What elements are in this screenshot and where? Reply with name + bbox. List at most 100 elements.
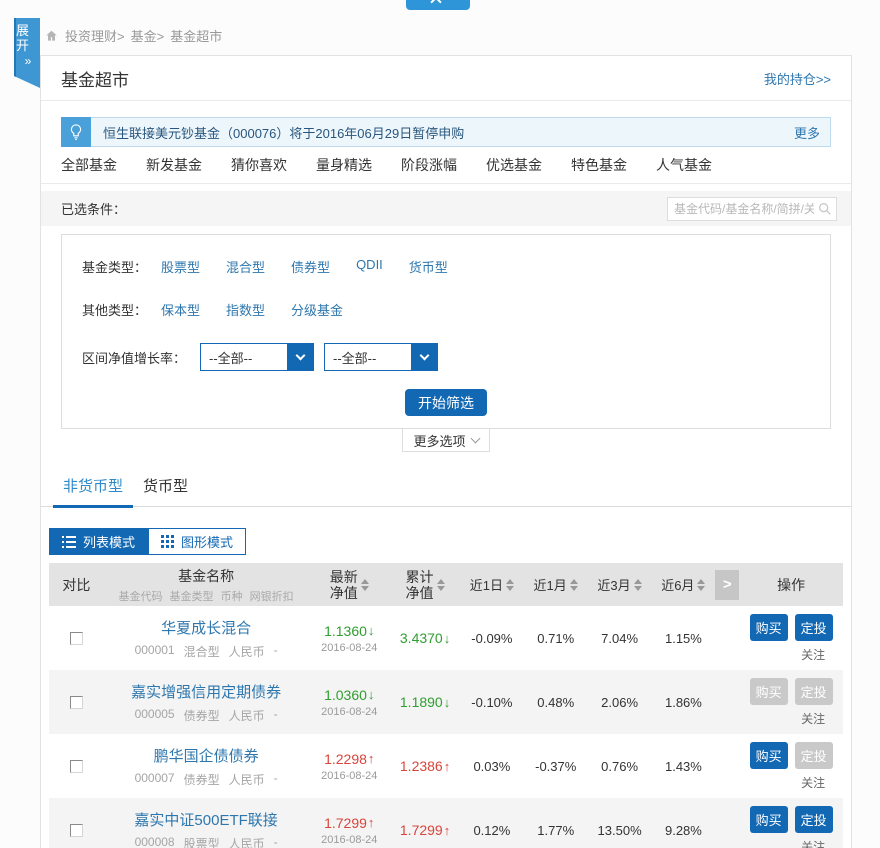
filter-structured-type[interactable]: 分级基金 [291, 300, 343, 319]
latest-nav-value: 1.1360↓ [324, 623, 374, 639]
nav-date: 2016-08-24 [321, 770, 377, 782]
sort-arrows-icon [506, 579, 514, 591]
cumulative-nav-value: 1.7299↑ [400, 822, 450, 838]
return-1day: -0.10% [460, 695, 524, 710]
fund-meta: 000001混合型人民币- [135, 643, 278, 660]
latest-nav-value: 1.0360↓ [324, 687, 374, 703]
compare-checkbox[interactable] [70, 696, 83, 709]
growth-rate-label: 区间净值增长率： [82, 348, 186, 367]
fund-name-link[interactable]: 鹏华国企债债券 [154, 745, 259, 766]
filter-stock-type[interactable]: 股票型 [161, 257, 200, 276]
growth-rate-row: 区间净值增长率： --全部-- --全部-- [82, 343, 830, 371]
compare-checkbox[interactable] [70, 824, 83, 837]
header-1day-sort[interactable]: 近1日 [460, 575, 524, 594]
chevron-down-icon [470, 433, 480, 443]
header-fund-name: 基金名称 基金代码 基金类型 币种 网银折扣 [104, 566, 308, 604]
fund-meta: 000008股票型人民币- [135, 835, 278, 848]
fund-name-link[interactable]: 嘉实增强信用定期债券 [131, 681, 281, 702]
down-arrow-icon: ↓ [368, 623, 375, 638]
buy-button[interactable]: 购买 [750, 614, 788, 641]
tab-new-funds[interactable]: 新发基金 [146, 155, 202, 175]
list-mode-button[interactable]: 列表模式 [49, 528, 148, 555]
sip-button[interactable]: 定投 [795, 806, 833, 833]
return-1month: -0.37% [524, 759, 588, 774]
follow-link[interactable]: 关注 [801, 774, 825, 791]
more-options-toggle[interactable]: 更多选项 [402, 429, 490, 452]
up-arrow-icon: ↑ [368, 815, 375, 830]
breadcrumb-item-fund-supermarket: 基金超市 [170, 26, 222, 45]
header-6month-sort[interactable]: 近6月 [651, 575, 715, 594]
search-icon[interactable] [817, 201, 833, 217]
tab-featured-funds[interactable]: 特色基金 [571, 155, 627, 175]
other-type-label: 其他类型： [82, 300, 147, 319]
compare-checkbox[interactable] [70, 632, 83, 645]
filter-qdii-type[interactable]: QDII [356, 257, 383, 276]
tab-monetary[interactable]: 货币型 [133, 469, 198, 506]
cumulative-nav-value: 1.2386↑ [400, 758, 450, 774]
table-header-row: 对比 基金名称 基金代码 基金类型 币种 网银折扣 最新净值 累计净值 近1日 … [49, 563, 843, 606]
return-3month: 7.04% [588, 631, 652, 646]
filter-index-type[interactable]: 指数型 [226, 300, 265, 319]
return-1day: 0.12% [460, 823, 524, 838]
notice-more-link[interactable]: 更多 [794, 123, 820, 142]
my-holdings-link[interactable]: 我的持仓>> [764, 69, 831, 88]
next-columns-button[interactable]: > [715, 570, 739, 600]
sort-arrows-icon [361, 579, 369, 591]
sort-arrows-icon [437, 579, 445, 591]
tab-preferred-funds[interactable]: 优选基金 [486, 155, 542, 175]
cumulative-nav-value: 3.4370↓ [400, 630, 450, 646]
follow-link[interactable]: 关注 [801, 838, 825, 848]
start-filter-button[interactable]: 开始筛选 [405, 389, 487, 416]
header-cumulative-nav-sort[interactable]: 累计净值 [390, 569, 460, 601]
home-icon[interactable] [44, 29, 59, 43]
expand-sidebar-ribbon[interactable]: 展开 » [14, 18, 40, 88]
buy-button[interactable]: 购买 [750, 806, 788, 833]
tab-all-funds[interactable]: 全部基金 [61, 155, 117, 175]
growth-rate-min-select[interactable]: --全部-- [200, 343, 314, 371]
return-6month: 1.43% [652, 759, 716, 774]
header-latest-nav-sort[interactable]: 最新净值 [308, 569, 390, 601]
double-chevron-right-icon: » [25, 54, 32, 69]
filter-mixed-type[interactable]: 混合型 [226, 257, 265, 276]
sip-button[interactable]: 定投 [795, 678, 833, 705]
fund-type-row: 基金类型： 股票型 混合型 债券型 QDII 货币型 [82, 257, 830, 276]
return-6month: 1.15% [652, 631, 716, 646]
filter-capital-protected-type[interactable]: 保本型 [161, 300, 200, 319]
sip-button[interactable]: 定投 [795, 742, 833, 769]
compare-checkbox[interactable] [70, 760, 83, 773]
follow-link[interactable]: 关注 [801, 646, 825, 663]
notice-text: 恒生联接美元钞基金（000076）将于2016年06月29日暂停申购 [91, 123, 794, 142]
fund-table: 对比 基金名称 基金代码 基金类型 币种 网银折扣 最新净值 累计净值 近1日 … [49, 563, 843, 848]
card-header: 基金超市 我的持仓>> [41, 56, 851, 101]
latest-nav-value: 1.2298↑ [324, 751, 374, 767]
breadcrumb-item-fund[interactable]: 基金> [131, 26, 165, 45]
filter-bond-type[interactable]: 债券型 [291, 257, 330, 276]
grid-mode-button[interactable]: 图形模式 [148, 528, 246, 555]
tab-non-monetary[interactable]: 非货币型 [53, 469, 133, 508]
search-input[interactable] [667, 197, 837, 221]
return-6month: 1.86% [652, 695, 716, 710]
fund-nav-tabs: 全部基金 新发基金 猜你喜欢 量身精选 阶段涨幅 优选基金 特色基金 人气基金 [41, 147, 851, 184]
header-fund-name-sub: 基金代码 基金类型 币种 网银折扣 [119, 588, 294, 604]
down-arrow-icon: ↓ [368, 687, 375, 702]
breadcrumb-item-invest[interactable]: 投资理财> [65, 26, 125, 45]
fund-name-link[interactable]: 华夏成长混合 [161, 617, 251, 638]
return-6month: 9.28% [652, 823, 716, 838]
tab-guess-you-like[interactable]: 猜你喜欢 [231, 155, 287, 175]
fund-name-link[interactable]: 嘉实中证500ETF联接 [134, 809, 277, 830]
buy-button[interactable]: 购买 [750, 678, 788, 705]
buy-button[interactable]: 购买 [750, 742, 788, 769]
header-compare: 对比 [49, 575, 104, 595]
fund-meta: 000005债券型人民币- [135, 707, 278, 724]
growth-rate-max-select[interactable]: --全部-- [324, 343, 438, 371]
follow-link[interactable]: 关注 [801, 710, 825, 727]
tab-popular-funds[interactable]: 人气基金 [656, 155, 712, 175]
collapse-panel-button[interactable] [406, 0, 470, 10]
header-3month-sort[interactable]: 近3月 [588, 575, 652, 594]
tab-period-gain[interactable]: 阶段涨幅 [401, 155, 457, 175]
notice-bar: 恒生联接美元钞基金（000076）将于2016年06月29日暂停申购 更多 [61, 117, 831, 147]
sip-button[interactable]: 定投 [795, 614, 833, 641]
header-1month-sort[interactable]: 近1月 [524, 575, 588, 594]
filter-monetary-type[interactable]: 货币型 [409, 257, 448, 276]
tab-tailored[interactable]: 量身精选 [316, 155, 372, 175]
